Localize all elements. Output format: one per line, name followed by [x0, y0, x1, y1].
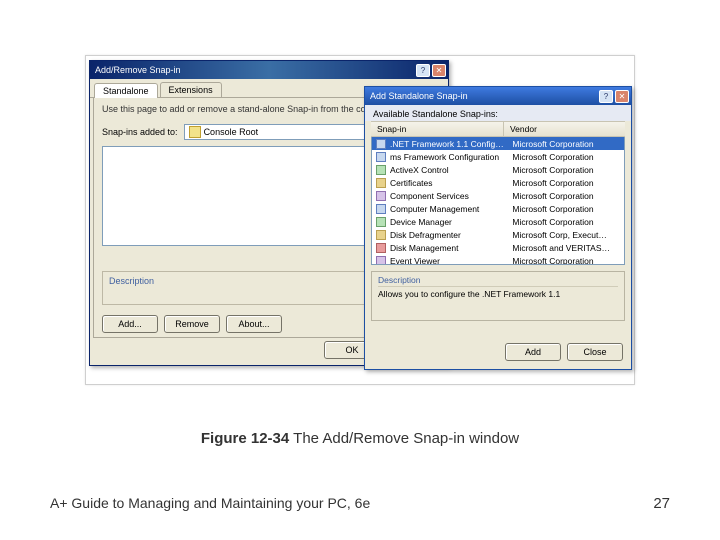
avail-description-box: Description Allows you to configure the …	[371, 271, 625, 321]
snapin-icon	[376, 178, 386, 188]
snapin-icon	[376, 165, 386, 175]
figure-caption-text: The Add/Remove Snap-in window	[293, 430, 519, 447]
snapin-icon	[376, 217, 386, 227]
main-title: Add/Remove Snap-in	[95, 65, 414, 75]
snapin-name: ms Framework Configuration	[390, 152, 508, 162]
list-item[interactable]: Component Services Microsoft Corporation	[372, 189, 624, 202]
available-label: Available Standalone Snap-ins:	[365, 105, 631, 121]
snapin-name: .NET Framework 1.1 Configuration	[390, 139, 508, 149]
avail-add-button[interactable]: Add	[505, 343, 561, 361]
snapin-vendor: Microsoft Corporation	[512, 178, 620, 188]
folder-icon	[189, 126, 201, 138]
snapin-name: ActiveX Control	[390, 165, 508, 175]
snapin-name: Event Viewer	[390, 256, 508, 266]
description-label: Description	[109, 276, 154, 286]
list-item[interactable]: Computer Management Microsoft Corporation	[372, 202, 624, 215]
list-item[interactable]: ActiveX Control Microsoft Corporation	[372, 163, 624, 176]
list-item[interactable]: Event Viewer Microsoft Corporation	[372, 254, 624, 265]
add-standalone-snapin-dialog: Add Standalone Snap-in ? ✕ Available Sta…	[364, 86, 632, 370]
snapin-vendor: Microsoft and VERITAS…	[512, 243, 620, 253]
snapin-vendor: Microsoft Corporation	[512, 204, 620, 214]
help-button[interactable]: ?	[416, 64, 430, 77]
list-item[interactable]: Disk Defragmenter Microsoft Corp, Execut…	[372, 228, 624, 241]
about-button[interactable]: About...	[226, 315, 282, 333]
snapin-icon	[376, 191, 386, 201]
snapin-vendor: Microsoft Corp, Execut…	[512, 230, 620, 240]
snapin-vendor: Microsoft Corporation	[512, 152, 620, 162]
snapin-name: Certificates	[390, 178, 508, 188]
close-button[interactable]: ✕	[432, 64, 446, 77]
list-item[interactable]: Disk Management Microsoft and VERITAS…	[372, 241, 624, 254]
snapin-icon	[376, 139, 386, 149]
tab-standalone[interactable]: Standalone	[94, 83, 158, 98]
snapin-vendor: Microsoft Corporation	[512, 256, 620, 266]
list-item[interactable]: ms Framework Configuration Microsoft Corp…	[372, 150, 624, 163]
avail-title: Add Standalone Snap-in	[370, 91, 597, 101]
snapin-icon	[376, 204, 386, 214]
snapin-icon	[376, 152, 386, 162]
figure-caption: Figure 12-34 The Add/Remove Snap-in wind…	[0, 430, 720, 447]
avail-description-label: Description	[378, 275, 618, 287]
page-footer-text: A+ Guide to Managing and Maintaining you…	[50, 495, 370, 511]
avail-footer-buttons: Add Close	[505, 343, 623, 361]
snapin-name: Disk Defragmenter	[390, 230, 508, 240]
main-titlebar[interactable]: Add/Remove Snap-in ? ✕	[90, 61, 448, 79]
avail-description-text: Allows you to configure the .NET Framewo…	[378, 289, 618, 299]
snapin-icon	[376, 256, 386, 266]
available-snapins-list[interactable]: .NET Framework 1.1 Configuration Microsof…	[371, 137, 625, 265]
snapins-added-label: Snap-ins added to:	[102, 127, 178, 137]
page-number: 27	[653, 495, 670, 512]
avail-titlebar[interactable]: Add Standalone Snap-in ? ✕	[365, 87, 631, 105]
list-header: Snap-in Vendor	[371, 121, 625, 137]
screenshot-canvas: Add/Remove Snap-in ? ✕ Standalone Extens…	[85, 55, 635, 385]
avail-close-btn[interactable]: Close	[567, 343, 623, 361]
list-item[interactable]: .NET Framework 1.1 Configuration Microsof…	[372, 137, 624, 150]
list-item[interactable]: Certificates Microsoft Corporation	[372, 176, 624, 189]
combo-value: Console Root	[204, 127, 259, 137]
list-item[interactable]: Device Manager Microsoft Corporation	[372, 215, 624, 228]
snapin-vendor: Microsoft Corporation	[512, 139, 620, 149]
snapin-vendor: Microsoft Corporation	[512, 165, 620, 175]
snapin-icon	[376, 243, 386, 253]
snapin-vendor: Microsoft Corporation	[512, 191, 620, 201]
snapin-name: Disk Management	[390, 243, 508, 253]
figure-label: Figure 12-34	[201, 430, 289, 447]
col-snapin[interactable]: Snap-in	[371, 122, 504, 136]
avail-close-button[interactable]: ✕	[615, 90, 629, 103]
snapin-vendor: Microsoft Corporation	[512, 217, 620, 227]
snapin-name: Device Manager	[390, 217, 508, 227]
col-vendor[interactable]: Vendor	[504, 122, 625, 136]
tab-extensions[interactable]: Extensions	[160, 82, 222, 97]
add-button[interactable]: Add...	[102, 315, 158, 333]
snapin-name: Computer Management	[390, 204, 508, 214]
remove-button[interactable]: Remove	[164, 315, 220, 333]
snapin-icon	[376, 230, 386, 240]
snapin-name: Component Services	[390, 191, 508, 201]
avail-help-button[interactable]: ?	[599, 90, 613, 103]
